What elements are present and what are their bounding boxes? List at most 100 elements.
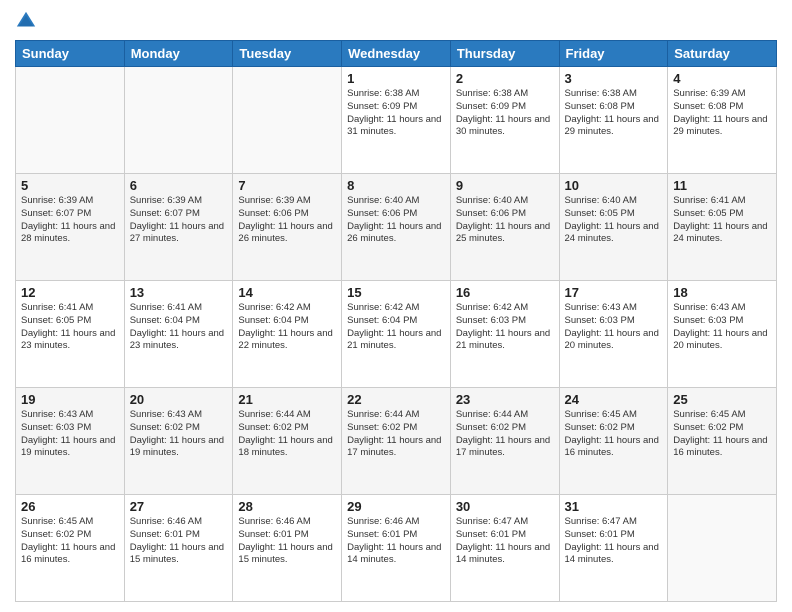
calendar-week-1: 1 Sunrise: 6:38 AMSunset: 6:09 PMDaylight…	[16, 67, 777, 174]
header-friday: Friday	[559, 41, 668, 67]
calendar-cell: 13 Sunrise: 6:41 AMSunset: 6:04 PMDayligh…	[124, 281, 233, 388]
calendar-cell: 8Sunrise: 6:40 AMSunset: 6:06 PMDaylight…	[342, 174, 451, 281]
day-number: 23	[456, 392, 554, 407]
cell-details: Sunrise: 6:39 AMSunset: 6:08 PMDaylight:…	[673, 88, 767, 137]
calendar-cell	[233, 67, 342, 174]
logo-icon	[15, 10, 37, 32]
day-number: 27	[130, 499, 228, 514]
cell-details: Sunrise: 6:46 AMSunset: 6:01 PMDaylight:…	[238, 516, 332, 565]
cell-details: Sunrise: 6:43 AMSunset: 6:03 PMDaylight:…	[673, 302, 767, 351]
calendar-cell: 28 Sunrise: 6:46 AMSunset: 6:01 PMDayligh…	[233, 495, 342, 602]
day-number: 20	[130, 392, 228, 407]
day-number: 21	[238, 392, 336, 407]
day-number: 2	[456, 71, 554, 86]
calendar-cell: 30Sunrise: 6:47 AMSunset: 6:01 PMDayligh…	[450, 495, 559, 602]
calendar-cell: 7 Sunrise: 6:39 AMSunset: 6:06 PMDaylight…	[233, 174, 342, 281]
day-number: 9	[456, 178, 554, 193]
cell-details: Sunrise: 6:40 AMSunset: 6:06 PMDaylight:…	[456, 195, 550, 244]
day-number: 3	[565, 71, 663, 86]
header-tuesday: Tuesday	[233, 41, 342, 67]
calendar-cell: 3 Sunrise: 6:38 AMSunset: 6:08 PMDaylight…	[559, 67, 668, 174]
calendar-cell: 11 Sunrise: 6:41 AMSunset: 6:05 PMDayligh…	[668, 174, 777, 281]
calendar-cell: 31 Sunrise: 6:47 AMSunset: 6:01 PMDayligh…	[559, 495, 668, 602]
day-number: 7	[238, 178, 336, 193]
calendar-cell	[16, 67, 125, 174]
day-number: 12	[21, 285, 119, 300]
day-number: 1	[347, 71, 445, 86]
calendar-cell: 5 Sunrise: 6:39 AMSunset: 6:07 PMDaylight…	[16, 174, 125, 281]
day-number: 4	[673, 71, 771, 86]
calendar-cell: 22 Sunrise: 6:44 AMSunset: 6:02 PMDayligh…	[342, 388, 451, 495]
calendar-cell: 27 Sunrise: 6:46 AMSunset: 6:01 PMDayligh…	[124, 495, 233, 602]
day-number: 19	[21, 392, 119, 407]
day-number: 11	[673, 178, 771, 193]
cell-details: Sunrise: 6:39 AMSunset: 6:07 PMDaylight:…	[21, 195, 115, 244]
calendar-cell: 24 Sunrise: 6:45 AMSunset: 6:02 PMDayligh…	[559, 388, 668, 495]
day-number: 22	[347, 392, 445, 407]
calendar-week-4: 19 Sunrise: 6:43 AMSunset: 6:03 PMDayligh…	[16, 388, 777, 495]
day-number: 18	[673, 285, 771, 300]
calendar-cell: 25 Sunrise: 6:45 AMSunset: 6:02 PMDayligh…	[668, 388, 777, 495]
cell-details: Sunrise: 6:38 AMSunset: 6:09 PMDaylight:…	[456, 88, 550, 137]
day-number: 31	[565, 499, 663, 514]
cell-details: Sunrise: 6:45 AMSunset: 6:02 PMDaylight:…	[673, 409, 767, 458]
calendar-cell: 19 Sunrise: 6:43 AMSunset: 6:03 PMDayligh…	[16, 388, 125, 495]
cell-details: Sunrise: 6:39 AMSunset: 6:07 PMDaylight:…	[130, 195, 224, 244]
cell-details: Sunrise: 6:44 AMSunset: 6:02 PMDaylight:…	[347, 409, 441, 458]
calendar-cell: 1 Sunrise: 6:38 AMSunset: 6:09 PMDaylight…	[342, 67, 451, 174]
calendar-cell: 29Sunrise: 6:46 AMSunset: 6:01 PMDayligh…	[342, 495, 451, 602]
calendar-cell	[668, 495, 777, 602]
day-number: 10	[565, 178, 663, 193]
calendar-cell: 21 Sunrise: 6:44 AMSunset: 6:02 PMDayligh…	[233, 388, 342, 495]
header-sunday: Sunday	[16, 41, 125, 67]
calendar-cell	[124, 67, 233, 174]
cell-details: Sunrise: 6:38 AMSunset: 6:08 PMDaylight:…	[565, 88, 659, 137]
cell-details: Sunrise: 6:42 AMSunset: 6:03 PMDaylight:…	[456, 302, 550, 351]
calendar-cell: 2 Sunrise: 6:38 AMSunset: 6:09 PMDaylight…	[450, 67, 559, 174]
calendar-cell: 15 Sunrise: 6:42 AMSunset: 6:04 PMDayligh…	[342, 281, 451, 388]
cell-details: Sunrise: 6:41 AMSunset: 6:05 PMDaylight:…	[673, 195, 767, 244]
calendar-week-3: 12 Sunrise: 6:41 AMSunset: 6:05 PMDayligh…	[16, 281, 777, 388]
calendar-header-row: Sunday Monday Tuesday Wednesday Thursday…	[16, 41, 777, 67]
calendar-cell: 20Sunrise: 6:43 AMSunset: 6:02 PMDayligh…	[124, 388, 233, 495]
cell-details: Sunrise: 6:47 AMSunset: 6:01 PMDaylight:…	[565, 516, 659, 565]
calendar-cell: 10Sunrise: 6:40 AMSunset: 6:05 PMDayligh…	[559, 174, 668, 281]
header	[15, 10, 777, 32]
calendar-cell: 26Sunrise: 6:45 AMSunset: 6:02 PMDayligh…	[16, 495, 125, 602]
header-wednesday: Wednesday	[342, 41, 451, 67]
calendar-cell: 18 Sunrise: 6:43 AMSunset: 6:03 PMDayligh…	[668, 281, 777, 388]
header-monday: Monday	[124, 41, 233, 67]
cell-details: Sunrise: 6:39 AMSunset: 6:06 PMDaylight:…	[238, 195, 332, 244]
header-saturday: Saturday	[668, 41, 777, 67]
calendar-table: Sunday Monday Tuesday Wednesday Thursday…	[15, 40, 777, 602]
cell-details: Sunrise: 6:45 AMSunset: 6:02 PMDaylight:…	[565, 409, 659, 458]
cell-details: Sunrise: 6:40 AMSunset: 6:06 PMDaylight:…	[347, 195, 441, 244]
cell-details: Sunrise: 6:41 AMSunset: 6:05 PMDaylight:…	[21, 302, 115, 351]
day-number: 6	[130, 178, 228, 193]
calendar-cell: 4 Sunrise: 6:39 AMSunset: 6:08 PMDaylight…	[668, 67, 777, 174]
cell-details: Sunrise: 6:43 AMSunset: 6:03 PMDaylight:…	[21, 409, 115, 458]
calendar-cell: 14Sunrise: 6:42 AMSunset: 6:04 PMDayligh…	[233, 281, 342, 388]
day-number: 24	[565, 392, 663, 407]
day-number: 16	[456, 285, 554, 300]
cell-details: Sunrise: 6:44 AMSunset: 6:02 PMDaylight:…	[456, 409, 550, 458]
cell-details: Sunrise: 6:44 AMSunset: 6:02 PMDaylight:…	[238, 409, 332, 458]
cell-details: Sunrise: 6:45 AMSunset: 6:02 PMDaylight:…	[21, 516, 115, 565]
day-number: 5	[21, 178, 119, 193]
cell-details: Sunrise: 6:46 AMSunset: 6:01 PMDaylight:…	[130, 516, 224, 565]
day-number: 28	[238, 499, 336, 514]
cell-details: Sunrise: 6:43 AMSunset: 6:03 PMDaylight:…	[565, 302, 659, 351]
calendar-week-5: 26Sunrise: 6:45 AMSunset: 6:02 PMDayligh…	[16, 495, 777, 602]
calendar-cell: 12 Sunrise: 6:41 AMSunset: 6:05 PMDayligh…	[16, 281, 125, 388]
calendar-page: Sunday Monday Tuesday Wednesday Thursday…	[0, 0, 792, 612]
day-number: 17	[565, 285, 663, 300]
cell-details: Sunrise: 6:41 AMSunset: 6:04 PMDaylight:…	[130, 302, 224, 351]
day-number: 15	[347, 285, 445, 300]
cell-details: Sunrise: 6:38 AMSunset: 6:09 PMDaylight:…	[347, 88, 441, 137]
day-number: 13	[130, 285, 228, 300]
cell-details: Sunrise: 6:42 AMSunset: 6:04 PMDaylight:…	[347, 302, 441, 351]
day-number: 14	[238, 285, 336, 300]
day-number: 25	[673, 392, 771, 407]
calendar-cell: 6 Sunrise: 6:39 AMSunset: 6:07 PMDaylight…	[124, 174, 233, 281]
calendar-cell: 9 Sunrise: 6:40 AMSunset: 6:06 PMDaylight…	[450, 174, 559, 281]
